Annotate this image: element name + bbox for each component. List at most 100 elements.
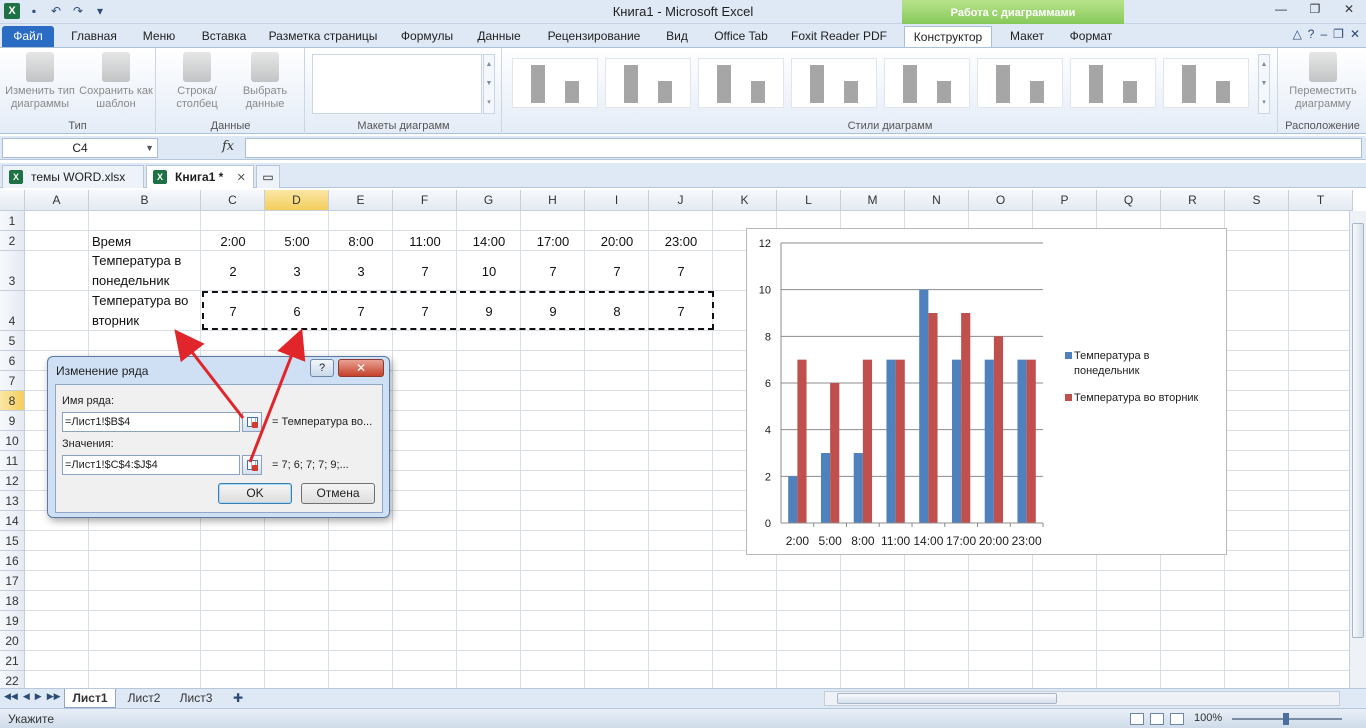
row-header-13[interactable]: 13: [0, 491, 25, 511]
chart-style-3[interactable]: [698, 58, 784, 108]
series-values-input[interactable]: =Лист1!$C$4:$J$4: [62, 455, 240, 475]
scroll-thumb[interactable]: [1352, 223, 1364, 638]
customize-qat-icon[interactable]: ▾: [92, 4, 108, 18]
row-label-cell[interactable]: Температура в понедельник: [89, 251, 201, 291]
row-header-14[interactable]: 14: [0, 511, 25, 531]
row-header-4[interactable]: 4: [0, 291, 25, 331]
column-header-a[interactable]: A: [25, 190, 89, 211]
switch-row-column-button[interactable]: Строка/столбец: [159, 52, 235, 111]
column-header-s[interactable]: S: [1225, 190, 1289, 211]
data-cell[interactable]: 7: [585, 251, 649, 291]
chart-style-4[interactable]: [791, 58, 877, 108]
row-label-cell[interactable]: Время: [89, 231, 201, 251]
chevron-down-icon[interactable]: ▼: [145, 139, 154, 157]
row-header-7[interactable]: 7: [0, 371, 25, 391]
data-cell[interactable]: 7: [393, 251, 457, 291]
dialog-close-button[interactable]: ✕: [338, 359, 384, 377]
data-cell[interactable]: 7: [649, 251, 713, 291]
workbook-tab-themes[interactable]: X темы WORD.xlsx: [2, 165, 144, 188]
zoom-level[interactable]: 100%: [1194, 712, 1222, 724]
doc-minimize-icon[interactable]: –: [1320, 27, 1327, 41]
column-header-d[interactable]: D: [265, 190, 329, 211]
column-header-e[interactable]: E: [329, 190, 393, 211]
column-header-o[interactable]: O: [969, 190, 1033, 211]
tab-office-tab[interactable]: Office Tab: [706, 26, 776, 47]
column-header-j[interactable]: J: [649, 190, 713, 211]
row-header-17[interactable]: 17: [0, 571, 25, 591]
help-icon[interactable]: ?: [1308, 27, 1315, 41]
row-header-22[interactable]: 22: [0, 671, 25, 688]
row-header-3[interactable]: 3: [0, 251, 25, 291]
insert-sheet-icon[interactable]: ✚: [226, 689, 250, 708]
data-cell[interactable]: 3: [329, 251, 393, 291]
data-cell[interactable]: 5:00: [265, 231, 329, 251]
restore-icon[interactable]: ❐: [1298, 0, 1332, 20]
row-header-5[interactable]: 5: [0, 331, 25, 351]
vertical-scrollbar[interactable]: [1349, 211, 1366, 688]
name-box[interactable]: C4 ▼: [2, 138, 158, 158]
normal-view-icon[interactable]: [1130, 713, 1144, 725]
new-workbook-tab-icon[interactable]: ▭: [256, 165, 280, 188]
data-cell[interactable]: 3: [265, 251, 329, 291]
data-cell[interactable]: 7: [521, 251, 585, 291]
doc-close-icon[interactable]: ✕: [1350, 27, 1360, 41]
save-icon[interactable]: ▪: [26, 4, 42, 18]
column-header-h[interactable]: H: [521, 190, 585, 211]
help-button[interactable]: ?: [310, 359, 334, 377]
column-header-f[interactable]: F: [393, 190, 457, 211]
tab-foxit[interactable]: Foxit Reader PDF: [786, 26, 892, 47]
data-cell[interactable]: 14:00: [457, 231, 521, 251]
column-header-k[interactable]: K: [713, 190, 777, 211]
formula-input[interactable]: [245, 138, 1362, 158]
chart-style-7[interactable]: [1070, 58, 1156, 108]
sheet-tab-3[interactable]: Лист3: [172, 689, 220, 708]
column-header-i[interactable]: I: [585, 190, 649, 211]
data-cell[interactable]: 23:00: [649, 231, 713, 251]
row-header-10[interactable]: 10: [0, 431, 25, 451]
page-layout-view-icon[interactable]: [1150, 713, 1164, 725]
chart[interactable]: 0 2 4 6 8 10 12 2:00 5:00 8:00 11:00 14:00 17:00 20:0…: [746, 228, 1227, 555]
column-header-m[interactable]: M: [841, 190, 905, 211]
data-cell[interactable]: 17:00: [521, 231, 585, 251]
column-header-c[interactable]: C: [201, 190, 265, 211]
series-values-ref-button[interactable]: [242, 455, 262, 475]
data-cell[interactable]: 20:00: [585, 231, 649, 251]
scroll-thumb[interactable]: [837, 693, 1057, 704]
prev-sheet-icon[interactable]: ◀: [23, 691, 30, 702]
ok-button[interactable]: OK: [218, 483, 292, 504]
tab-design[interactable]: Конструктор: [904, 26, 992, 47]
doc-restore-icon[interactable]: ❐: [1333, 27, 1344, 41]
row-label-cell[interactable]: Температура во вторник: [89, 291, 201, 331]
row-header-20[interactable]: 20: [0, 631, 25, 651]
tab-formulas[interactable]: Формулы: [394, 26, 460, 47]
row-header-1[interactable]: 1: [0, 211, 25, 231]
layouts-gallery-scroll[interactable]: ▲ ▼ ▾: [483, 54, 495, 114]
sheet-tab-2[interactable]: Лист2: [120, 689, 168, 708]
column-header-l[interactable]: L: [777, 190, 841, 211]
column-header-n[interactable]: N: [905, 190, 969, 211]
tab-menu[interactable]: Меню: [134, 26, 184, 47]
tab-home[interactable]: Главная: [64, 26, 124, 47]
move-chart-button[interactable]: Переместить диаграмму: [1283, 52, 1363, 111]
row-header-12[interactable]: 12: [0, 471, 25, 491]
data-cell[interactable]: 10: [457, 251, 521, 291]
close-icon[interactable]: ✕: [237, 172, 246, 184]
workbook-tab-book1[interactable]: X Книга1 * ✕: [146, 165, 254, 188]
last-sheet-icon[interactable]: ▶▶: [47, 691, 61, 702]
close-icon[interactable]: ✕: [1332, 0, 1366, 20]
tab-layout[interactable]: Макет: [1000, 26, 1054, 47]
row-header-16[interactable]: 16: [0, 551, 25, 571]
undo-icon[interactable]: ↶: [48, 4, 64, 18]
tab-review[interactable]: Рецензирование: [538, 26, 650, 47]
styles-gallery-scroll[interactable]: ▲ ▼ ▾: [1258, 54, 1270, 114]
row-header-18[interactable]: 18: [0, 591, 25, 611]
column-header-g[interactable]: G: [457, 190, 521, 211]
row-header-11[interactable]: 11: [0, 451, 25, 471]
row-header-21[interactable]: 21: [0, 651, 25, 671]
select-data-button[interactable]: Выбрать данные: [235, 52, 295, 111]
insert-function-icon[interactable]: fx: [222, 139, 234, 154]
minimize-icon[interactable]: —: [1264, 0, 1298, 20]
data-cell[interactable]: 8:00: [329, 231, 393, 251]
row-header-6[interactable]: 6: [0, 351, 25, 371]
column-header-p[interactable]: P: [1033, 190, 1097, 211]
